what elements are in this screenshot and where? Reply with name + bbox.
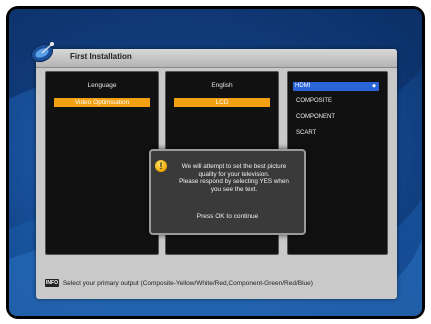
warning-icon: !: [155, 160, 167, 172]
satellite-dish-icon: [30, 42, 54, 63]
picture-quality-dialog: ! We will attempt to set the best pictur…: [149, 149, 306, 235]
language-value[interactable]: English: [166, 82, 278, 89]
scroll-arrows-icon: ◆: [372, 83, 376, 89]
info-button-icon: INFO: [45, 279, 59, 288]
tv-bezel: First Installation Lenguage Video Optimi…: [6, 6, 425, 319]
dialog-line: you see the text.: [210, 185, 258, 193]
option-composite[interactable]: COMPOSITE: [296, 98, 332, 104]
title-bar: First Installation: [30, 42, 397, 68]
tv-screen: First Installation Lenguage Video Optimi…: [9, 9, 422, 316]
option-component[interactable]: COMPONENT: [296, 114, 335, 120]
press-ok-text[interactable]: Press OK to continue: [151, 213, 304, 220]
hint-text: Select your primary output (Composite-Ye…: [62, 280, 313, 287]
dialog-line: Please respond by selecting YES when: [179, 178, 289, 186]
dialog-line: quality for your television.: [198, 170, 270, 178]
window-title: First Installation: [70, 52, 132, 61]
video-optimisation-label[interactable]: Video Optimisation: [54, 98, 150, 107]
help-hint: INFO Select your primary output (Composi…: [45, 277, 386, 291]
dialog-line: We will attempt to set the best picture: [181, 163, 287, 170]
dialog-message: We will attempt to set the best picture …: [167, 163, 301, 193]
option-label: HDMI: [295, 83, 311, 89]
video-optimisation-value[interactable]: LCD: [174, 98, 270, 107]
settings-labels-panel: Lenguage Video Optimisation: [45, 71, 159, 255]
option-scart[interactable]: SCART: [296, 130, 316, 136]
option-hdmi[interactable]: HDMI ◆: [293, 82, 379, 91]
language-label: Lenguage: [87, 82, 117, 89]
